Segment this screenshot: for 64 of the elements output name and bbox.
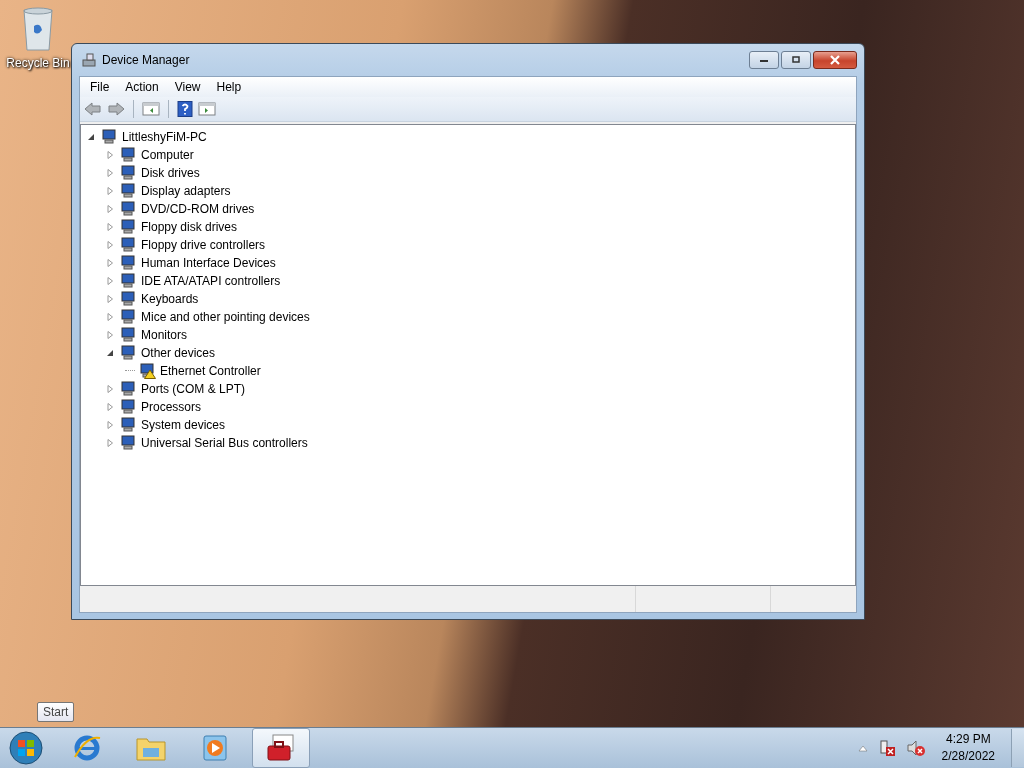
tree-item[interactable]: Ports (COM & LPT)	[140, 382, 246, 396]
expand-arrow-icon[interactable]	[106, 187, 114, 195]
expand-arrow-icon[interactable]	[106, 295, 114, 303]
tree-item[interactable]: Human Interface Devices	[140, 256, 277, 270]
tree-item[interactable]: System devices	[140, 418, 227, 432]
tree-item[interactable]: Floppy drive controllers	[140, 238, 267, 252]
tree-item[interactable]: DVD/CD-ROM drives	[140, 202, 256, 216]
speaker-muted-icon[interactable]	[905, 739, 926, 757]
tree-item[interactable]: Ethernet Controller	[159, 364, 262, 378]
forward-arrow-icon[interactable]	[107, 101, 125, 117]
expand-arrow-icon[interactable]	[106, 403, 114, 411]
tree-item[interactable]: Keyboards	[140, 292, 200, 306]
active-taskbar-app[interactable]	[252, 728, 310, 768]
tree-item[interactable]: IDE ATA/ATAPI controllers	[140, 274, 282, 288]
menu-item[interactable]: File	[82, 78, 118, 96]
tree-item[interactable]: Monitors	[140, 328, 188, 342]
show-desktop-button[interactable]	[1011, 729, 1024, 767]
toolbox-icon	[265, 733, 297, 763]
tree-item[interactable]: Universal Serial Bus controllers	[140, 436, 309, 450]
recycle-bin-icon[interactable]	[21, 6, 55, 52]
tree-item[interactable]: Processors	[140, 400, 203, 414]
expand-arrow-icon[interactable]	[106, 151, 114, 159]
tooltip: Start	[37, 702, 75, 722]
expand-arrow-icon[interactable]	[106, 439, 114, 447]
expand-arrow-icon[interactable]	[106, 331, 114, 339]
expand-arrow-icon[interactable]	[106, 169, 114, 177]
network-error-icon[interactable]	[877, 739, 896, 757]
expand-arrow-icon[interactable]	[106, 313, 114, 321]
expand-arrow-icon[interactable]	[106, 259, 114, 267]
pane-icon[interactable]	[198, 101, 216, 117]
browser-globe-icon	[72, 733, 102, 763]
window-title: Device Manager	[102, 53, 190, 67]
clock-date: 2/28/2022	[941, 748, 995, 765]
back-arrow-icon[interactable]	[84, 101, 102, 117]
tree-item[interactable]: LittleshyFiM-PC	[121, 130, 208, 144]
menu-item[interactable]: View	[166, 78, 209, 96]
expand-arrow-icon[interactable]	[106, 241, 114, 249]
tree-item[interactable]: Display adapters	[140, 184, 232, 198]
close-button[interactable]	[813, 51, 857, 69]
maximize-icon	[791, 56, 801, 64]
help-icon[interactable]	[177, 101, 193, 117]
tree-item[interactable]: Mice and other pointing devices	[140, 310, 311, 324]
clock-time: 4:29 PM	[945, 731, 991, 748]
expand-arrow-icon[interactable]	[106, 205, 114, 213]
close-icon	[829, 55, 841, 65]
clock[interactable]: 4:29 PM 2/28/2022	[935, 731, 1001, 765]
expand-arrow-icon[interactable]	[106, 385, 114, 393]
pane-icon[interactable]	[142, 101, 160, 117]
expand-arrow-icon[interactable]	[106, 421, 114, 429]
minimize-button[interactable]	[749, 51, 779, 69]
collapse-arrow-icon[interactable]	[106, 349, 114, 357]
collapse-arrow-icon[interactable]	[87, 133, 95, 141]
menu-item[interactable]: Action	[117, 78, 167, 96]
tree-item[interactable]: Floppy disk drives	[140, 220, 239, 234]
menu-item[interactable]: Help	[208, 78, 250, 96]
media-player-icon	[200, 733, 230, 763]
tree-item[interactable]: Other devices	[140, 346, 217, 360]
tree-item[interactable]: Disk drives	[140, 166, 201, 180]
expand-arrow-icon[interactable]	[106, 223, 114, 231]
show-hidden-icons-icon[interactable]	[857, 744, 868, 752]
expand-arrow-icon[interactable]	[106, 277, 114, 285]
start-orb-icon[interactable]	[8, 730, 44, 766]
tree-item[interactable]: Computer	[140, 148, 195, 162]
maximize-button[interactable]	[781, 51, 811, 69]
